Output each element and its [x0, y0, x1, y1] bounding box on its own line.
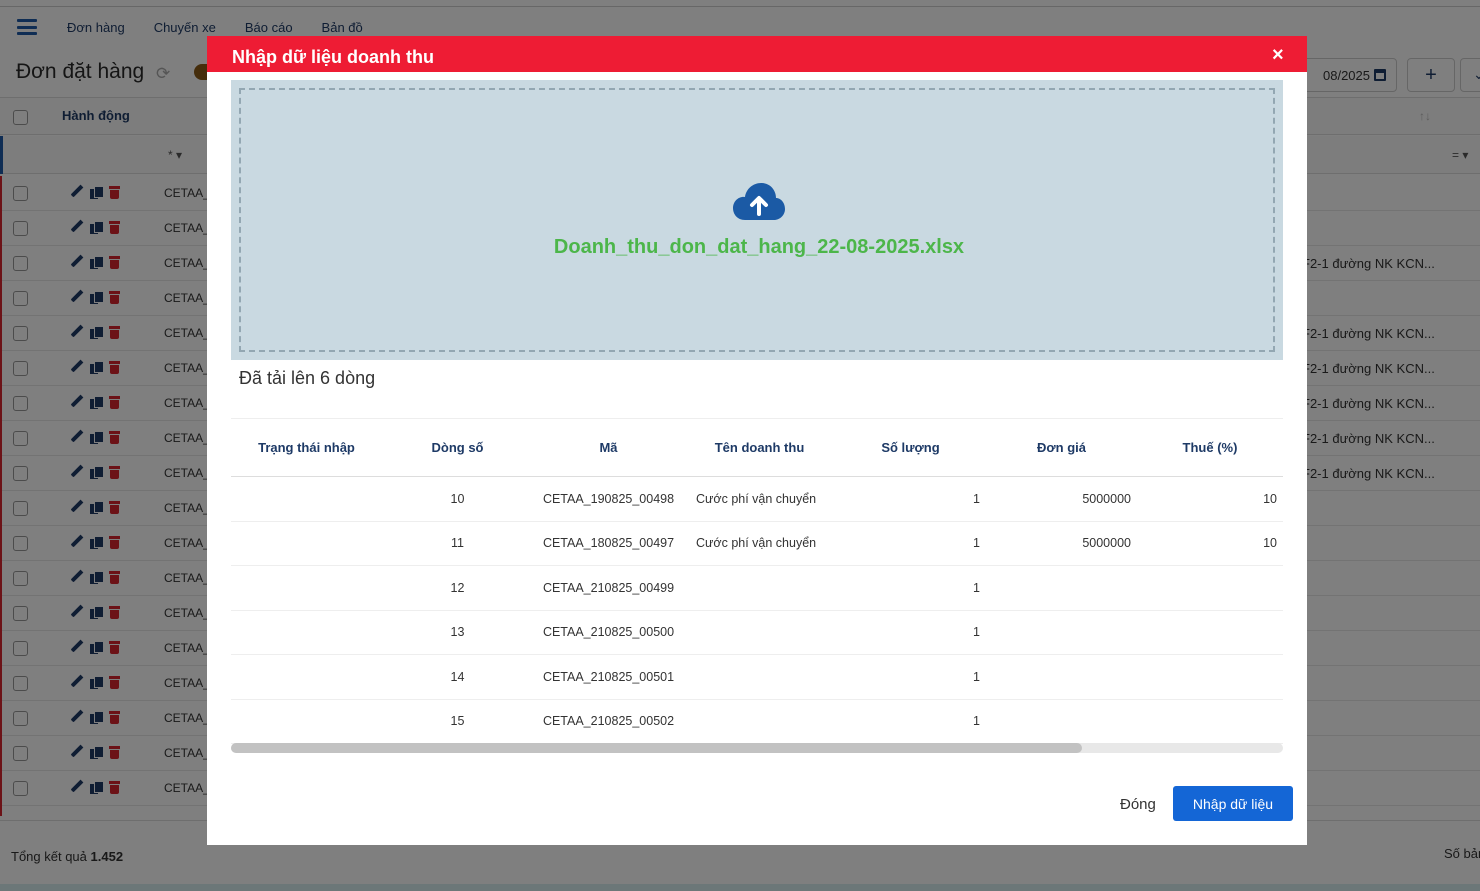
cell-name: Cước phí vận chuyển: [696, 491, 817, 506]
cell-status: [231, 566, 382, 611]
table-row: 12 CETAA_210825_00499 1: [231, 566, 1283, 611]
cell-name: [684, 699, 835, 744]
close-button[interactable]: Đóng: [1120, 796, 1156, 813]
cell-tax: [1137, 610, 1283, 655]
cell-code: CETAA_180825_00497: [542, 536, 675, 551]
cell-line: 12: [450, 580, 465, 595]
cell-price: [986, 566, 1137, 611]
cell-quantity: 1: [973, 491, 980, 506]
cell-tax: [1137, 566, 1283, 611]
cell-code: CETAA_210825_00502: [542, 714, 675, 729]
column-header-quantity: Số lượng: [881, 440, 940, 455]
cell-code: CETAA_210825_00499: [542, 580, 675, 595]
cell-code: CETAA_190825_00498: [542, 491, 675, 506]
table-row: 15 CETAA_210825_00502 1: [231, 699, 1283, 744]
cell-quantity: 1: [973, 536, 980, 551]
table-row: 11 CETAA_180825_00497 Cước phí vận chuyển 1…: [231, 521, 1283, 566]
cell-name: [684, 655, 835, 700]
cell-quantity: 1: [973, 580, 980, 595]
cell-line: 13: [450, 625, 465, 640]
table-row: 14 CETAA_210825_00501 1: [231, 655, 1283, 700]
cell-tax: 10: [1263, 491, 1277, 506]
cell-code: CETAA_210825_00501: [542, 669, 675, 684]
scrollbar-thumb[interactable]: [231, 743, 1082, 753]
cloud-upload-icon: [733, 183, 785, 220]
cell-status: [231, 610, 382, 655]
column-header-status: Trạng thái nhập: [258, 440, 355, 455]
column-header-line: Dòng số: [431, 440, 484, 455]
cell-tax: [1137, 655, 1283, 700]
dropzone-border: Doanh_thu_don_dat_hang_22-08-2025.xlsx: [239, 88, 1275, 352]
cell-name: Cước phí vận chuyển: [696, 536, 817, 551]
cell-line: 15: [450, 714, 465, 729]
column-header-name: Tên doanh thu: [714, 440, 805, 455]
cell-tax: 10: [1263, 536, 1277, 551]
column-header-tax: Thuế (%): [1182, 440, 1238, 455]
uploaded-file-name: Doanh_thu_don_dat_hang_22-08-2025.xlsx: [553, 236, 965, 258]
import-data-button[interactable]: Nhập dữ liệu: [1173, 786, 1293, 821]
cell-status: [231, 521, 382, 566]
cell-price: 5000000: [1082, 536, 1131, 551]
dialog-header: Nhập dữ liệu doanh thu ×: [207, 36, 1307, 72]
close-icon[interactable]: ×: [1272, 45, 1284, 65]
column-header-code: Mã: [599, 440, 618, 455]
cell-status: [231, 655, 382, 700]
import-revenue-dialog: Nhập dữ liệu doanh thu × Doanh_thu_don_d…: [207, 36, 1307, 845]
upload-status: Đã tải lên 6 dòng: [239, 368, 376, 388]
table-header-row: Trạng thái nhập Dòng số Mã Tên doanh thu…: [231, 418, 1283, 477]
dialog-title: Nhập dữ liệu doanh thu: [232, 47, 435, 67]
cell-code: CETAA_210825_00500: [542, 625, 675, 640]
cell-status: [231, 699, 382, 744]
cell-quantity: 1: [973, 669, 980, 684]
column-header-price: Đơn giá: [1037, 440, 1086, 455]
cell-price: [986, 610, 1137, 655]
cell-line: 10: [450, 491, 465, 506]
cell-line: 14: [450, 669, 465, 684]
cell-name: [684, 610, 835, 655]
cell-tax: [1137, 699, 1283, 744]
cell-price: 5000000: [1082, 491, 1131, 506]
import-table-container: Trạng thái nhập Dòng số Mã Tên doanh thu…: [231, 418, 1283, 748]
table-row: 10 CETAA_190825_00498 Cước phí vận chuyển 1…: [231, 477, 1283, 522]
file-dropzone[interactable]: Doanh_thu_don_dat_hang_22-08-2025.xlsx: [231, 80, 1283, 360]
cell-status: [231, 477, 382, 522]
cell-name: [684, 566, 835, 611]
cell-quantity: 1: [973, 714, 980, 729]
cell-line: 11: [451, 536, 464, 551]
cell-quantity: 1: [973, 625, 980, 640]
cell-price: [986, 655, 1137, 700]
horizontal-scrollbar[interactable]: [231, 743, 1283, 753]
cell-price: [986, 699, 1137, 744]
import-preview-table: Trạng thái nhập Dòng số Mã Tên doanh thu…: [231, 418, 1283, 744]
table-row: 13 CETAA_210825_00500 1: [231, 610, 1283, 655]
